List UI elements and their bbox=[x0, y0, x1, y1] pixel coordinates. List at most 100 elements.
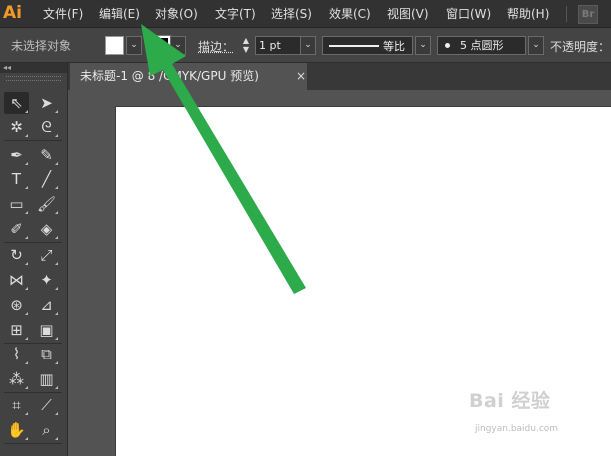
rectangle-tool-icon[interactable]: ▭ bbox=[4, 193, 29, 215]
tool-flyout-indicator bbox=[25, 262, 28, 265]
rotate-tool-icon[interactable]: ↻ bbox=[4, 244, 29, 266]
menu-type[interactable]: 文字(T) bbox=[215, 6, 256, 22]
stroke-profile-dropdown-chevron-icon[interactable]: ⌄ bbox=[415, 36, 431, 55]
mesh-tool-icon[interactable]: ⊞ bbox=[4, 319, 29, 341]
stroke-dropdown-chevron-icon[interactable]: ⌄ bbox=[170, 36, 186, 55]
perspective-grid-tool-icon[interactable]: ⊿ bbox=[34, 294, 59, 316]
stroke-profile-label: 等比 bbox=[383, 40, 405, 53]
stroke-weight-dropdown-chevron-icon[interactable]: ⌄ bbox=[300, 36, 316, 55]
tool-group-divider bbox=[4, 392, 62, 393]
tool-flyout-indicator bbox=[55, 312, 58, 315]
tool-group-divider bbox=[4, 343, 62, 344]
tool-flyout-indicator bbox=[25, 110, 28, 113]
tool-flyout-indicator bbox=[25, 186, 28, 189]
shape-builder-tool-icon[interactable]: ⊛ bbox=[4, 294, 29, 316]
tool-group-divider bbox=[4, 443, 62, 444]
menu-divider bbox=[566, 6, 567, 22]
tool-flyout-indicator bbox=[55, 236, 58, 239]
pen-tool-icon[interactable]: ✒ bbox=[4, 144, 29, 166]
tool-flyout-indicator bbox=[25, 437, 28, 440]
scale-tool-icon[interactable]: ⤢ bbox=[34, 244, 59, 266]
eyedropper-tool-icon[interactable]: ⌇ bbox=[4, 343, 29, 365]
hand-tool-icon[interactable]: ✋ bbox=[4, 419, 29, 441]
width-tool-icon[interactable]: ⋈ bbox=[4, 269, 29, 291]
tool-flyout-indicator bbox=[55, 361, 58, 364]
stroke-label[interactable]: 描边： bbox=[198, 38, 234, 55]
bridge-icon[interactable]: Br bbox=[578, 5, 598, 24]
puppet-warp-tool-icon[interactable]: ✦ bbox=[34, 269, 59, 291]
selection-tool-icon[interactable]: ⇖ bbox=[4, 92, 29, 114]
menu-window[interactable]: 窗口(W) bbox=[446, 6, 491, 22]
tool-flyout-indicator bbox=[55, 134, 58, 137]
tool-flyout-indicator bbox=[55, 211, 58, 214]
tool-group-divider bbox=[4, 242, 62, 243]
selection-status: 未选择对象 bbox=[11, 39, 72, 53]
blend-tool-icon[interactable]: ⧉ bbox=[34, 343, 59, 365]
column-graph-tool-icon[interactable]: ▥ bbox=[34, 368, 59, 390]
stroke-profile-select[interactable]: 等比 bbox=[322, 36, 413, 55]
brush-definition-label: 5 点圆形 bbox=[460, 39, 504, 52]
document-tab-bar: 未标题-1 @ 8 /CMYK/GPU 预览) × bbox=[68, 63, 611, 90]
illustrator-logo: Ai bbox=[3, 3, 22, 23]
tool-flyout-indicator bbox=[25, 361, 28, 364]
type-tool-icon[interactable]: T bbox=[4, 168, 29, 190]
tools-panel-grip[interactable] bbox=[6, 76, 61, 81]
document-tab-title: 未标题-1 @ 8 /CMYK/GPU 预览) bbox=[80, 69, 259, 83]
control-bar: 未选择对象 ⌄ ⌄ 描边： ▲ ▼ 1 pt ⌄ 等比 ⌄ 5 点圆形 ⌄ 不透明… bbox=[0, 28, 611, 63]
menu-object[interactable]: 对象(O) bbox=[155, 6, 198, 22]
tool-flyout-indicator bbox=[25, 386, 28, 389]
menu-help[interactable]: 帮助(H) bbox=[507, 6, 549, 22]
tool-flyout-indicator bbox=[55, 437, 58, 440]
tool-group-divider bbox=[4, 140, 62, 141]
slice-tool-icon[interactable]: ⟋ bbox=[34, 394, 59, 416]
tools-panel: ◂◂ ⇖ ➤ ✲ ᘓ ✒ ✎ T ╱ ▭ 🖌 ✐ ◈ ↻ ⤢ ⋈ ✦ ⊛ ⊿ ⊞ ▣ ⌇ ⧉ ⁂ ▥ ⌗ ⟋ ✋ ⌕ bbox=[0, 63, 68, 456]
tool-flyout-indicator bbox=[55, 412, 58, 415]
tool-flyout-indicator bbox=[25, 162, 28, 165]
tool-flyout-indicator bbox=[55, 337, 58, 340]
stroke-weight-spinner-icon[interactable]: ▲ ▼ bbox=[240, 36, 252, 55]
shaper-tool-icon[interactable]: ✐ bbox=[4, 218, 29, 240]
zoom-tool-icon[interactable]: ⌕ bbox=[34, 419, 59, 441]
baidu-jingyan-watermark: Bai 经验 jingyan.baidu.com bbox=[463, 386, 603, 442]
menu-view[interactable]: 视图(V) bbox=[387, 6, 429, 22]
paintbrush-tool-icon[interactable]: 🖌 bbox=[34, 193, 59, 215]
watermark-url: jingyan.baidu.com bbox=[475, 424, 559, 434]
menu-bar: Ai 文件(F) 编辑(E) 对象(O) 文字(T) 选择(S) 效果(C) 视… bbox=[0, 0, 611, 28]
direct-selection-tool-icon[interactable]: ➤ bbox=[34, 92, 59, 114]
menu-effect[interactable]: 效果(C) bbox=[329, 6, 371, 22]
opacity-label[interactable]: 不透明度： bbox=[550, 38, 610, 55]
fill-dropdown-chevron-icon[interactable]: ⌄ bbox=[126, 36, 142, 55]
document-tab[interactable]: 未标题-1 @ 8 /CMYK/GPU 预览) × bbox=[70, 63, 307, 90]
tool-flyout-indicator bbox=[55, 162, 58, 165]
menu-edit[interactable]: 编辑(E) bbox=[99, 6, 140, 22]
line-segment-tool-icon[interactable]: ╱ bbox=[34, 168, 59, 190]
tool-flyout-indicator bbox=[25, 412, 28, 415]
close-icon[interactable]: × bbox=[296, 63, 306, 90]
lasso-tool-icon[interactable]: ᘓ bbox=[34, 116, 59, 138]
tool-flyout-indicator bbox=[55, 110, 58, 113]
curvature-tool-icon[interactable]: ✎ bbox=[34, 144, 59, 166]
artboard-tool-icon[interactable]: ⌗ bbox=[4, 394, 29, 416]
stroke-profile-preview bbox=[329, 45, 379, 47]
tool-flyout-indicator bbox=[25, 312, 28, 315]
gradient-tool-icon[interactable]: ▣ bbox=[34, 319, 59, 341]
tool-flyout-indicator bbox=[25, 236, 28, 239]
menu-file[interactable]: 文件(F) bbox=[43, 6, 83, 22]
tool-flyout-indicator bbox=[55, 186, 58, 189]
stroke-color-swatch[interactable] bbox=[150, 35, 171, 56]
watermark-brand: Bai 经验 bbox=[469, 390, 551, 412]
menu-select[interactable]: 选择(S) bbox=[271, 6, 312, 22]
tool-flyout-indicator bbox=[25, 211, 28, 214]
brush-definition-select[interactable]: 5 点圆形 bbox=[437, 36, 526, 55]
stroke-weight-input[interactable]: 1 pt bbox=[255, 36, 302, 55]
tool-flyout-indicator bbox=[25, 134, 28, 137]
magic-wand-tool-icon[interactable]: ✲ bbox=[4, 116, 29, 138]
symbol-sprayer-tool-icon[interactable]: ⁂ bbox=[4, 368, 29, 390]
fill-color-swatch[interactable] bbox=[105, 36, 124, 55]
eraser-tool-icon[interactable]: ◈ bbox=[34, 218, 59, 240]
brush-dropdown-chevron-icon[interactable]: ⌄ bbox=[528, 36, 544, 55]
tool-flyout-indicator bbox=[55, 386, 58, 389]
tool-flyout-indicator bbox=[55, 262, 58, 265]
tool-flyout-indicator bbox=[25, 337, 28, 340]
tools-collapse-icon[interactable]: ◂◂ bbox=[0, 63, 67, 73]
